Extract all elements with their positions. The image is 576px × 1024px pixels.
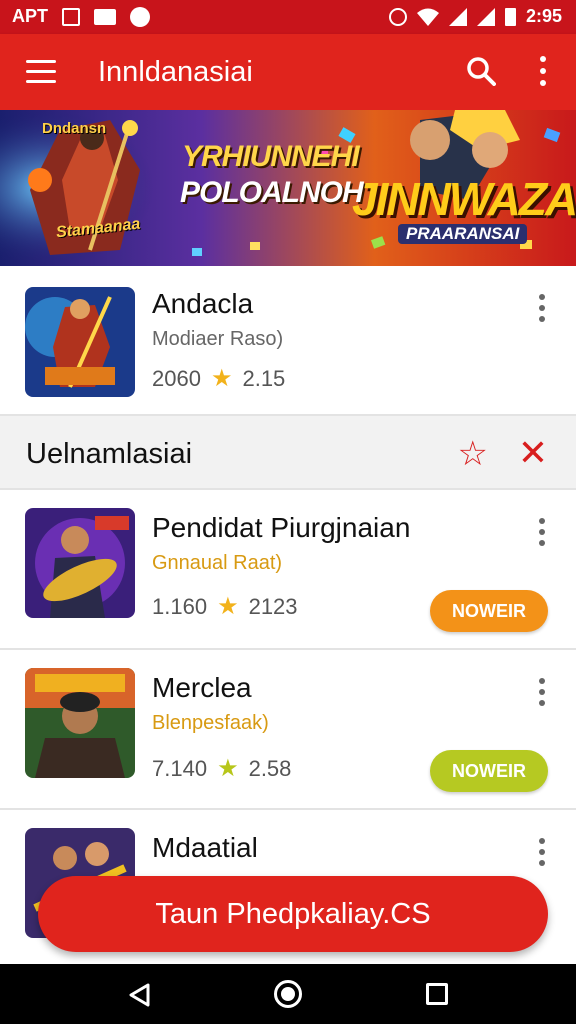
star-icon: ★ xyxy=(217,593,239,620)
mail-icon xyxy=(94,8,116,25)
more-vert-icon[interactable] xyxy=(538,838,546,866)
status-bar: APT 2:95 xyxy=(0,0,576,34)
item-subtitle: Modiaer Raso) xyxy=(152,328,284,350)
rating-value: 2.58 xyxy=(248,755,292,781)
game-thumbnail xyxy=(25,508,135,618)
more-vert-icon[interactable] xyxy=(538,678,546,706)
item-meta: 1.160 ★ 2123 xyxy=(152,592,298,621)
section-header: Uelnamlasiai ☆ ✕ xyxy=(0,416,576,490)
close-icon[interactable]: ✕ xyxy=(518,432,548,474)
banner-headline-3: JINNWAZAN xyxy=(352,173,576,225)
recents-icon[interactable] xyxy=(426,983,448,1005)
more-vert-icon[interactable] xyxy=(538,294,546,322)
list-item[interactable]: Andacla Modiaer Raso) 2060 ★ 2.15 xyxy=(0,268,576,416)
star-icon: ★ xyxy=(210,365,233,392)
item-meta: 2060 ★ 2.15 xyxy=(152,364,285,393)
download-count: 7.140 xyxy=(152,755,208,781)
install-button[interactable]: NOWEIR xyxy=(430,750,548,792)
rating-value: 2123 xyxy=(248,593,298,619)
signal-icon xyxy=(448,7,467,26)
banner-tag: Dndansn xyxy=(42,120,107,137)
banner-headline-2: POLOALNOH xyxy=(180,176,364,209)
item-title: Merclea xyxy=(152,672,252,703)
rating-value: 2.15 xyxy=(242,365,286,391)
more-vert-icon[interactable] xyxy=(538,518,546,546)
item-title: Andacla xyxy=(152,288,254,319)
carrier-label: APT xyxy=(12,6,48,26)
app-bar: Innldanasiai xyxy=(0,34,576,110)
signal-icon-2 xyxy=(476,7,495,26)
star-icon: ★ xyxy=(217,755,239,782)
item-title: Pendidat Piurgjnaian xyxy=(152,512,411,543)
banner-headline-1: YRHIUNNEHI xyxy=(182,140,360,173)
game-thumbnail xyxy=(25,668,135,778)
battery-icon xyxy=(504,7,516,26)
section-title: Uelnamlasiai xyxy=(26,438,193,470)
screenshot-icon xyxy=(62,7,80,26)
home-icon[interactable] xyxy=(274,980,302,1008)
back-icon[interactable] xyxy=(128,983,150,1007)
item-subtitle: Blenpesfaak) xyxy=(152,712,269,734)
banner-headline-4: PRAARANSAI xyxy=(398,224,528,244)
item-title: Mdaatial xyxy=(152,832,258,863)
system-nav-bar xyxy=(0,964,576,1024)
download-count: 1.160 xyxy=(152,593,208,619)
install-button[interactable]: NOWEIR xyxy=(430,590,548,632)
app-title: Innldanasiai xyxy=(98,56,253,88)
game-thumbnail xyxy=(25,287,135,397)
wifi-icon xyxy=(416,8,439,26)
star-icon[interactable]: ☆ xyxy=(458,434,488,474)
item-subtitle: Gnnaual Raat) xyxy=(152,552,283,574)
clock: 2:95 xyxy=(525,6,562,26)
promo-banner[interactable]: Dndansn Stamaanaa YRHIUNNEHI POLOALNOH J… xyxy=(0,110,576,266)
primary-action-button[interactable]: Taun Phedpkaliay.CS xyxy=(38,876,548,952)
list-item[interactable]: Pendidat Piurgjnaian Gnnaual Raat) 1.160… xyxy=(0,490,576,650)
list-item[interactable]: Merclea Blenpesfaak) 7.140 ★ 2.58 NOWEIR xyxy=(0,650,576,810)
alarm-icon xyxy=(388,7,407,26)
notification-icon xyxy=(130,6,150,27)
item-meta: 7.140 ★ 2.58 xyxy=(152,754,291,783)
download-count: 2060 xyxy=(152,365,201,391)
hamburger-icon[interactable] xyxy=(26,60,56,84)
search-icon[interactable] xyxy=(466,56,496,86)
more-vert-icon[interactable] xyxy=(538,56,548,86)
